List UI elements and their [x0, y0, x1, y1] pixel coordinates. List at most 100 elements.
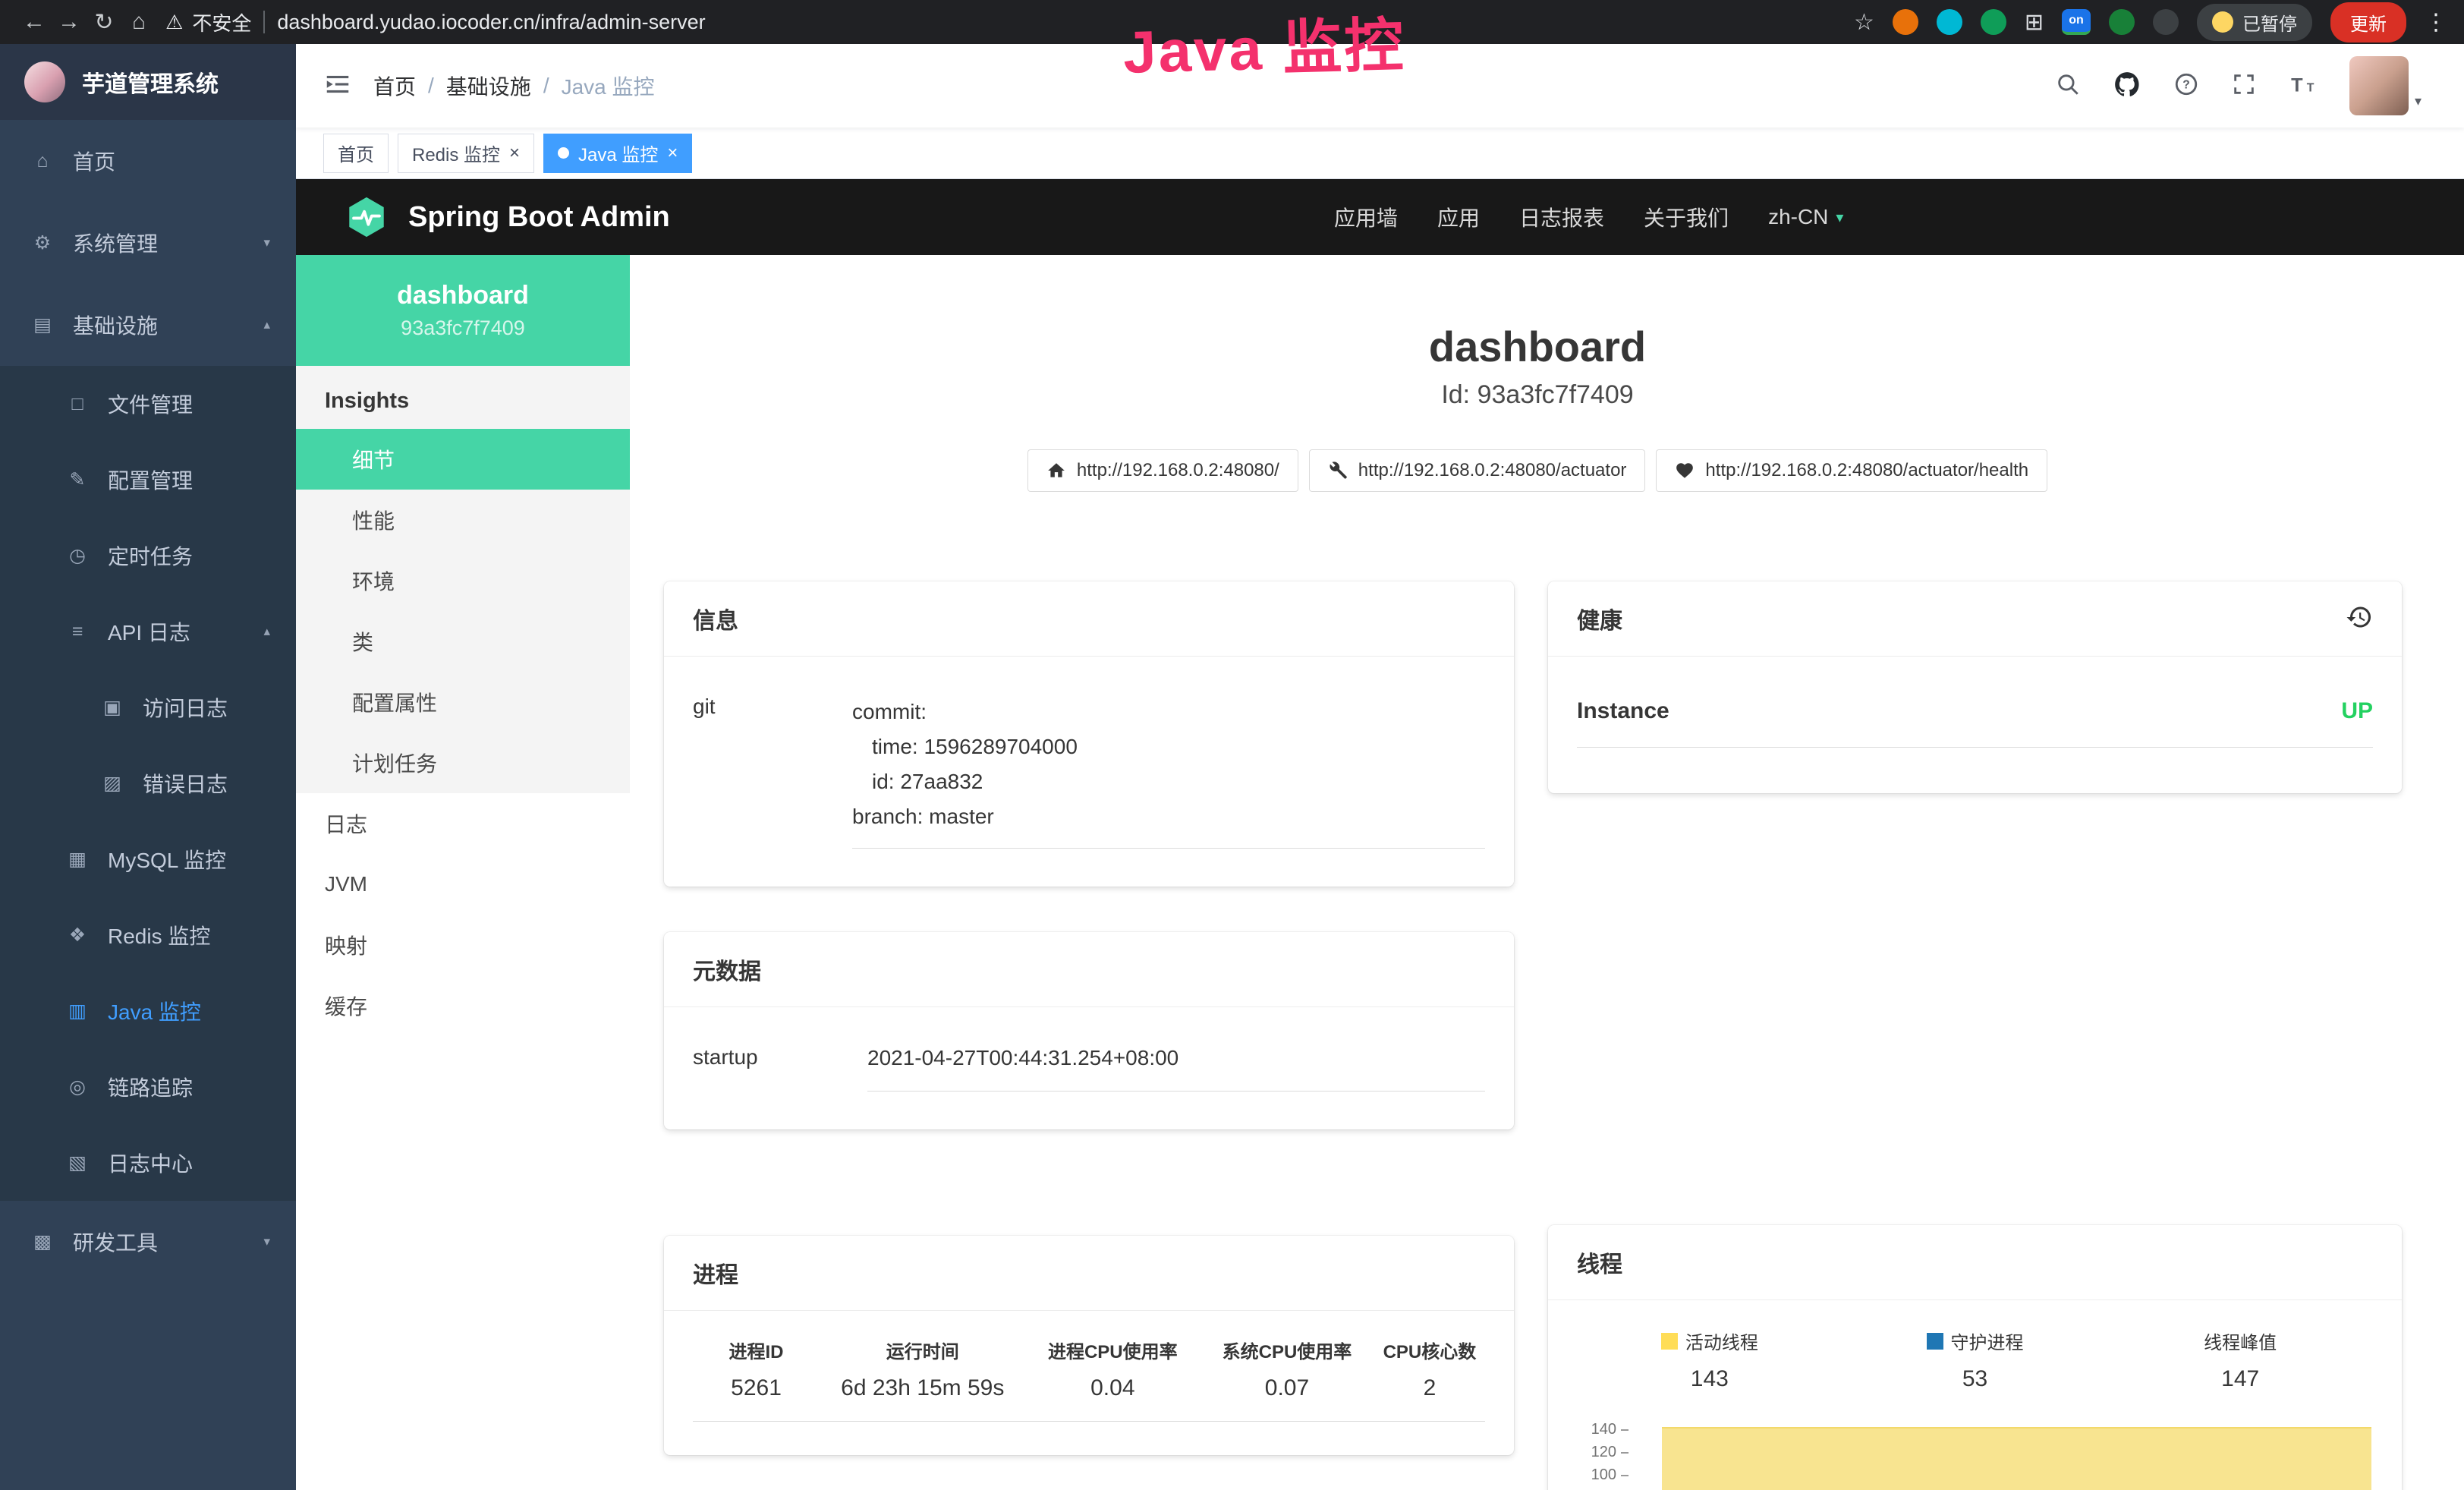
menu-item-config-props[interactable]: 配置属性	[296, 672, 630, 732]
chevron-down-icon: ▾	[1836, 208, 1843, 227]
instance-header: dashboard 93a3fc7f7409	[296, 255, 630, 366]
breadcrumb: 首页 / 基础设施 / Java 监控	[373, 71, 655, 101]
legend-peak-threads: 线程峰值 147	[2107, 1328, 2373, 1392]
breadcrumb-home[interactable]: 首页	[373, 71, 416, 101]
system-cpu: 0.07	[1200, 1375, 1374, 1422]
extension-icon-3[interactable]	[1981, 9, 2006, 35]
menu-item-details[interactable]: 细节	[296, 429, 630, 490]
nav-wallboard[interactable]: 应用墙	[1334, 202, 1398, 232]
metadata-key: startup	[693, 1045, 867, 1092]
sba-brand[interactable]: Spring Boot Admin	[345, 195, 670, 239]
tab-redis-monitor[interactable]: Redis 监控 ×	[398, 134, 534, 173]
health-row[interactable]: Instance UP	[1577, 698, 2373, 748]
profile-chip[interactable]: 已暂停	[2197, 4, 2312, 41]
sba-navbar: Spring Boot Admin 应用墙 应用 日志报表 关于我们 zh-CN…	[296, 179, 2464, 255]
font-size-icon[interactable]: TT	[2289, 70, 2318, 102]
chrome-update-button[interactable]: 更新	[2330, 2, 2406, 43]
security-indicator[interactable]: ⚠ 不安全	[165, 8, 251, 36]
menu-item-mappings[interactable]: 映射	[296, 915, 630, 975]
extension-icon-1[interactable]	[1893, 9, 1918, 35]
help-icon[interactable]: ?	[2173, 71, 2199, 101]
close-icon[interactable]: ×	[509, 143, 520, 164]
sidebar-item-tracing[interactable]: ◎ 链路追踪	[0, 1049, 296, 1125]
breadcrumb-infrastructure[interactable]: 基础设施	[446, 71, 531, 101]
legend-daemon-threads: 守护进程 53	[1842, 1328, 2108, 1392]
chevron-up-icon: ▴	[263, 317, 270, 332]
cpu-cores: 2	[1374, 1375, 1485, 1422]
sidebar-item-log-center[interactable]: ▧ 日志中心	[0, 1125, 296, 1201]
tab-home[interactable]: 首页	[323, 134, 389, 173]
language-selector[interactable]: zh-CN ▾	[1768, 205, 1843, 229]
mysql-monitor-icon: ▦	[65, 848, 90, 871]
warning-icon: ⚠	[165, 11, 183, 34]
sidebar-item-access-logs[interactable]: ▣ 访问日志	[0, 669, 296, 745]
browser-right-cluster: ☆ ⊞ on 已暂停 更新 ⋮	[1854, 2, 2447, 43]
user-menu[interactable]: ▾	[2349, 56, 2422, 115]
menu-item-logs[interactable]: 日志	[296, 793, 630, 854]
menu-item-scheduled-tasks[interactable]: 计划任务	[296, 732, 630, 793]
nav-journal[interactable]: 日志报表	[1519, 202, 1604, 232]
sidebar-item-dev-tools[interactable]: ▩ 研发工具 ▾	[0, 1201, 296, 1283]
live-threads-value: 143	[1577, 1366, 1842, 1392]
sidebar-item-file-management[interactable]: □ 文件管理	[0, 366, 296, 442]
sidebar-item-home[interactable]: ⌂ 首页	[0, 120, 296, 202]
extension-on-icon[interactable]: on	[2062, 9, 2091, 35]
history-icon[interactable]	[2346, 603, 2373, 635]
extension-icon-4[interactable]	[2153, 9, 2179, 35]
chevron-up-icon: ▴	[263, 624, 270, 639]
divider	[263, 11, 265, 33]
close-icon[interactable]: ×	[667, 143, 678, 164]
health-card: 健康 Instance UP	[1548, 581, 2402, 793]
reload-icon[interactable]: ↻	[87, 9, 121, 36]
sidebar-item-mysql-monitor[interactable]: ▦ MySQL 监控	[0, 821, 296, 897]
menu-item-classes[interactable]: 类	[296, 611, 630, 672]
github-icon[interactable]	[2113, 70, 2141, 102]
home-icon[interactable]: ⌂	[121, 9, 156, 35]
extension-icon-2[interactable]	[1937, 9, 1962, 35]
home-icon	[1046, 461, 1066, 480]
breadcrumb-current: Java 监控	[562, 71, 655, 101]
menu-section-label: Insights	[296, 366, 630, 429]
sidebar-item-redis-monitor[interactable]: ❖ Redis 监控	[0, 897, 296, 973]
process-table-header: 进程ID 运行时间 进程CPU使用率 系统CPU使用率 CPU核心数	[693, 1337, 1485, 1375]
health-instance-label: Instance	[1577, 698, 1669, 724]
wrench-icon	[1328, 461, 1348, 480]
collapse-sidebar-icon[interactable]	[323, 70, 352, 102]
metadata-value: 2021-04-27T00:44:31.254+08:00	[867, 1045, 1485, 1092]
sidebar-item-api-logs[interactable]: ≡ API 日志 ▴	[0, 594, 296, 669]
status-badge: UP	[2341, 698, 2373, 724]
tab-java-monitor[interactable]: Java 监控 ×	[543, 134, 692, 173]
svg-text:?: ?	[2182, 78, 2190, 91]
menu-item-jvm[interactable]: JVM	[296, 854, 630, 915]
menu-item-environment[interactable]: 环境	[296, 550, 630, 611]
extension-leaf-icon[interactable]	[2109, 9, 2135, 35]
search-icon[interactable]	[2055, 71, 2081, 101]
extensions-grid-icon[interactable]: ⊞	[2025, 9, 2044, 36]
sidebar-item-java-monitor[interactable]: ▥ Java 监控	[0, 973, 296, 1049]
process-table-values: 5261 6d 23h 15m 59s 0.04 0.07 2	[693, 1375, 1485, 1422]
sidebar-item-scheduled-tasks[interactable]: ◷ 定时任务	[0, 518, 296, 594]
sidebar-item-config-management[interactable]: ✎ 配置管理	[0, 442, 296, 518]
nav-applications[interactable]: 应用	[1437, 202, 1480, 232]
address-bar[interactable]: dashboard.yudao.iocoder.cn/infra/admin-s…	[277, 11, 705, 34]
actuator-url-link[interactable]: http://192.168.0.2:48080/actuator	[1309, 449, 1646, 492]
fullscreen-icon[interactable]	[2231, 71, 2257, 101]
sidebar-item-infrastructure[interactable]: ▤ 基础设施 ▴	[0, 284, 296, 366]
edit-icon: ✎	[65, 468, 90, 491]
nav-about[interactable]: 关于我们	[1644, 202, 1729, 232]
spring-boot-admin-frame: Spring Boot Admin 应用墙 应用 日志报表 关于我们 zh-CN…	[296, 179, 2464, 1490]
forward-icon[interactable]: →	[52, 9, 87, 35]
browser-menu-icon[interactable]: ⋮	[2425, 9, 2447, 36]
bookmark-star-icon[interactable]: ☆	[1854, 9, 1874, 36]
sidebar-item-error-logs[interactable]: ▨ 错误日志	[0, 745, 296, 821]
service-url-link[interactable]: http://192.168.0.2:48080/	[1027, 449, 1298, 492]
menu-item-caches[interactable]: 缓存	[296, 975, 630, 1036]
menu-item-metrics[interactable]: 性能	[296, 490, 630, 550]
instance-links: http://192.168.0.2:48080/ http://192.168…	[664, 449, 2411, 492]
user-avatar	[2349, 56, 2409, 115]
chevron-down-icon: ▾	[2415, 93, 2422, 115]
sidebar-item-system-management[interactable]: ⚙ 系统管理 ▾	[0, 202, 296, 284]
back-icon[interactable]: ←	[17, 9, 52, 35]
health-url-link[interactable]: http://192.168.0.2:48080/actuator/health	[1656, 449, 2047, 492]
page-subtitle: Id: 93a3fc7f7409	[664, 380, 2411, 410]
